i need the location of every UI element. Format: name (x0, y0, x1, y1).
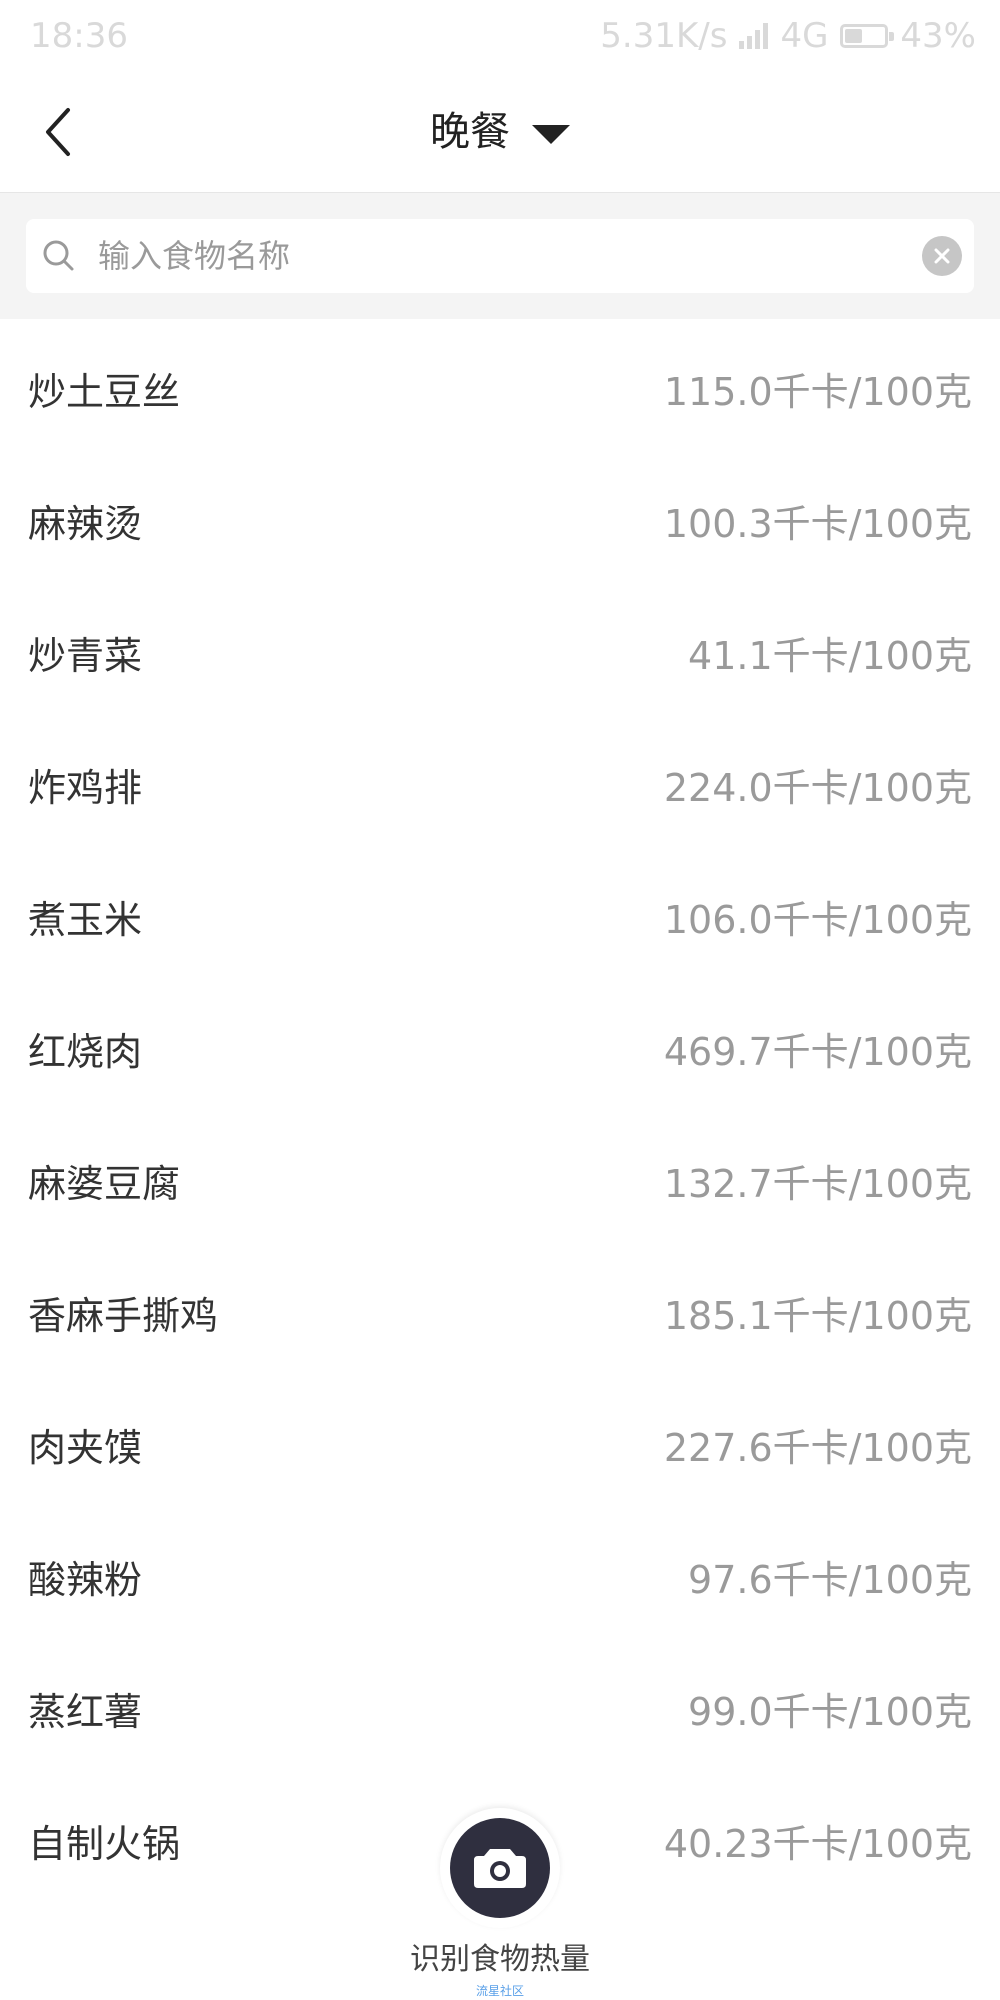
battery-percent: 43% (900, 16, 976, 56)
food-calories: 106.0千卡/100克 (663, 897, 972, 942)
food-name: 麻婆豆腐 (28, 1161, 181, 1206)
camera-icon (474, 1849, 526, 1888)
food-calories: 40.23千卡/100克 (663, 1821, 972, 1866)
page-title: 晚餐 (430, 109, 510, 155)
food-calories: 185.1千卡/100克 (663, 1293, 972, 1338)
food-calories: 115.0千卡/100克 (663, 369, 972, 414)
search-box (26, 219, 974, 293)
food-name: 炒青菜 (28, 633, 143, 678)
network-type: 4G (780, 16, 829, 56)
food-calories: 97.6千卡/100克 (688, 1557, 972, 1602)
food-name: 酸辣粉 (28, 1557, 143, 1602)
food-name: 红烧肉 (28, 1029, 143, 1074)
food-item[interactable]: 蒸红薯 99.0千卡/100克 (0, 1642, 1000, 1774)
food-name: 炸鸡排 (28, 765, 143, 810)
camera-button[interactable] (440, 1808, 560, 1928)
search-section (0, 193, 1000, 319)
food-item[interactable]: 麻婆豆腐 132.7千卡/100克 (0, 1114, 1000, 1246)
food-calories: 41.1千卡/100克 (688, 633, 972, 678)
network-speed: 5.31K/s (600, 16, 728, 56)
food-name: 煮玉米 (28, 897, 143, 942)
food-item[interactable]: 酸辣粉 97.6千卡/100克 (0, 1510, 1000, 1642)
camera-label[interactable]: 识别食物热量 (0, 1940, 1000, 1980)
header: 晚餐 (0, 72, 1000, 193)
food-item[interactable]: 红烧肉 469.7千卡/100克 (0, 982, 1000, 1114)
camera-button-inner (450, 1818, 550, 1918)
battery-icon (840, 24, 895, 48)
food-calories: 469.7千卡/100克 (663, 1029, 972, 1074)
status-time: 18:36 (30, 16, 128, 56)
food-name: 自制火锅 (28, 1821, 181, 1866)
food-item[interactable]: 香麻手撕鸡 185.1千卡/100克 (0, 1246, 1000, 1378)
food-item[interactable]: 炒土豆丝 115.0千卡/100克 (0, 322, 1000, 454)
food-name: 炒土豆丝 (28, 369, 181, 414)
food-calories: 224.0千卡/100克 (663, 765, 972, 810)
status-right: 5.31K/s 4G 43% (600, 16, 976, 56)
meal-selector[interactable]: 晚餐 (0, 100, 1000, 164)
food-calories: 99.0千卡/100克 (688, 1689, 972, 1734)
signal-icon (739, 23, 769, 49)
food-item[interactable]: 煮玉米 106.0千卡/100克 (0, 850, 1000, 982)
battery-fill (845, 29, 862, 43)
food-item[interactable]: 炒青菜 41.1千卡/100克 (0, 586, 1000, 718)
search-input[interactable] (90, 219, 938, 293)
caret-down-icon (532, 124, 570, 144)
close-icon (934, 248, 950, 264)
food-name: 蒸红薯 (28, 1689, 143, 1734)
food-item[interactable]: 炸鸡排 224.0千卡/100克 (0, 718, 1000, 850)
food-name: 肉夹馍 (28, 1425, 143, 1470)
clear-search-button[interactable] (922, 236, 962, 276)
food-item[interactable]: 肉夹馍 227.6千卡/100克 (0, 1378, 1000, 1510)
search-icon (43, 240, 74, 271)
status-bar: 18:36 5.31K/s 4G 43% (0, 0, 1000, 72)
food-calories: 100.3千卡/100克 (663, 501, 972, 546)
food-name: 麻辣烫 (28, 501, 143, 546)
watermark: 流星社区 (475, 1984, 524, 1998)
food-calories: 132.7千卡/100克 (663, 1161, 972, 1206)
food-calories: 227.6千卡/100克 (663, 1425, 972, 1470)
food-name: 香麻手撕鸡 (28, 1293, 219, 1338)
food-item[interactable]: 麻辣烫 100.3千卡/100克 (0, 454, 1000, 586)
food-list: 炒土豆丝 115.0千卡/100克 麻辣烫 100.3千卡/100克 炒青菜 4… (0, 322, 1000, 1906)
